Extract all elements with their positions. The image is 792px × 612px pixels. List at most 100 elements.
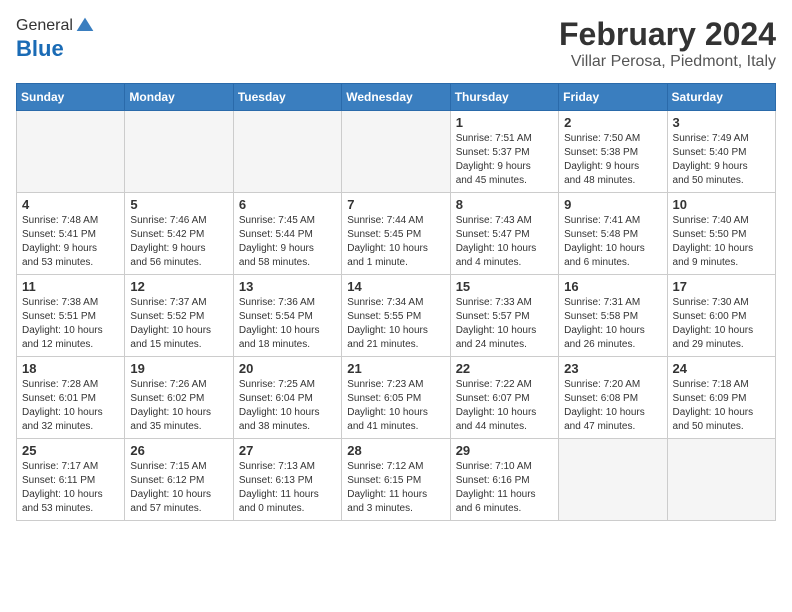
day-number: 2 bbox=[564, 115, 661, 130]
day-number: 9 bbox=[564, 197, 661, 212]
day-number: 6 bbox=[239, 197, 336, 212]
day-info: Sunrise: 7:10 AM Sunset: 6:16 PM Dayligh… bbox=[456, 460, 553, 516]
day-number: 29 bbox=[456, 443, 553, 458]
day-number: 20 bbox=[239, 361, 336, 376]
day-info: Sunrise: 7:44 AM Sunset: 5:45 PM Dayligh… bbox=[347, 214, 444, 270]
day-number: 23 bbox=[564, 361, 661, 376]
day-number: 1 bbox=[456, 115, 553, 130]
calendar-cell bbox=[559, 439, 667, 521]
calendar-body: 1 Sunrise: 7:51 AM Sunset: 5:37 PM Daylig… bbox=[17, 111, 776, 521]
calendar-cell: 1 Sunrise: 7:51 AM Sunset: 5:37 PM Daylig… bbox=[450, 111, 558, 193]
calendar-week-row: 1 Sunrise: 7:51 AM Sunset: 5:37 PM Daylig… bbox=[17, 111, 776, 193]
column-header-saturday: Saturday bbox=[667, 84, 775, 111]
day-info: Sunrise: 7:12 AM Sunset: 6:15 PM Dayligh… bbox=[347, 460, 444, 516]
day-number: 15 bbox=[456, 279, 553, 294]
calendar-cell: 4Sunrise: 7:48 AM Sunset: 5:41 PM Daylig… bbox=[17, 193, 125, 275]
logo-general-text: General bbox=[16, 17, 73, 35]
day-info: Sunrise: 7:34 AM Sunset: 5:55 PM Dayligh… bbox=[347, 296, 444, 352]
day-number: 13 bbox=[239, 279, 336, 294]
calendar-cell: 12 Sunrise: 7:37 AM Sunset: 5:52 PM Dayli… bbox=[125, 275, 233, 357]
calendar-cell: 21 Sunrise: 7:23 AM Sunset: 6:05 PM Dayli… bbox=[342, 357, 450, 439]
calendar-cell: 2 Sunrise: 7:50 AM Sunset: 5:38 PM Daylig… bbox=[559, 111, 667, 193]
calendar-cell: 22Sunrise: 7:22 AM Sunset: 6:07 PM Dayli… bbox=[450, 357, 558, 439]
calendar-cell: 25Sunrise: 7:17 AM Sunset: 6:11 PM Dayli… bbox=[17, 439, 125, 521]
day-info: Sunrise: 7:26 AM Sunset: 6:02 PM Dayligh… bbox=[130, 378, 227, 434]
calendar-cell: 9Sunrise: 7:41 AM Sunset: 5:48 PM Daylig… bbox=[559, 193, 667, 275]
calendar-week-row: 4Sunrise: 7:48 AM Sunset: 5:41 PM Daylig… bbox=[17, 193, 776, 275]
day-info: Sunrise: 7:22 AM Sunset: 6:07 PM Dayligh… bbox=[456, 378, 553, 434]
column-header-sunday: Sunday bbox=[17, 84, 125, 111]
calendar-cell bbox=[667, 439, 775, 521]
day-info: Sunrise: 7:45 AM Sunset: 5:44 PM Dayligh… bbox=[239, 214, 336, 270]
day-info: Sunrise: 7:17 AM Sunset: 6:11 PM Dayligh… bbox=[22, 460, 119, 516]
day-info: Sunrise: 7:28 AM Sunset: 6:01 PM Dayligh… bbox=[22, 378, 119, 434]
calendar-cell: 19 Sunrise: 7:26 AM Sunset: 6:02 PM Dayli… bbox=[125, 357, 233, 439]
calendar-cell: 29 Sunrise: 7:10 AM Sunset: 6:16 PM Dayli… bbox=[450, 439, 558, 521]
title-section: February 2024 Villar Perosa, Piedmont, I… bbox=[559, 16, 776, 71]
calendar-cell: 15 Sunrise: 7:33 AM Sunset: 5:57 PM Dayli… bbox=[450, 275, 558, 357]
day-info: Sunrise: 7:49 AM Sunset: 5:40 PM Dayligh… bbox=[673, 132, 770, 188]
day-number: 14 bbox=[347, 279, 444, 294]
calendar-title: February 2024 bbox=[559, 16, 776, 53]
day-number: 3 bbox=[673, 115, 770, 130]
calendar-cell bbox=[233, 111, 341, 193]
day-info: Sunrise: 7:33 AM Sunset: 5:57 PM Dayligh… bbox=[456, 296, 553, 352]
calendar-subtitle: Villar Perosa, Piedmont, Italy bbox=[559, 53, 776, 71]
day-number: 18 bbox=[22, 361, 119, 376]
calendar-cell: 26 Sunrise: 7:15 AM Sunset: 6:12 PM Dayli… bbox=[125, 439, 233, 521]
calendar-week-row: 18 Sunrise: 7:28 AM Sunset: 6:01 PM Dayli… bbox=[17, 357, 776, 439]
day-number: 24 bbox=[673, 361, 770, 376]
day-number: 17 bbox=[673, 279, 770, 294]
calendar-cell: 6 Sunrise: 7:45 AM Sunset: 5:44 PM Daylig… bbox=[233, 193, 341, 275]
calendar-cell: 13 Sunrise: 7:36 AM Sunset: 5:54 PM Dayli… bbox=[233, 275, 341, 357]
day-number: 8 bbox=[456, 197, 553, 212]
calendar-cell: 17Sunrise: 7:30 AM Sunset: 6:00 PM Dayli… bbox=[667, 275, 775, 357]
day-number: 26 bbox=[130, 443, 227, 458]
day-number: 12 bbox=[130, 279, 227, 294]
day-number: 27 bbox=[239, 443, 336, 458]
calendar-cell: 10 Sunrise: 7:40 AM Sunset: 5:50 PM Dayli… bbox=[667, 193, 775, 275]
day-info: Sunrise: 7:15 AM Sunset: 6:12 PM Dayligh… bbox=[130, 460, 227, 516]
calendar-cell: 28 Sunrise: 7:12 AM Sunset: 6:15 PM Dayli… bbox=[342, 439, 450, 521]
day-number: 4 bbox=[22, 197, 119, 212]
calendar-header-row: SundayMondayTuesdayWednesdayThursdayFrid… bbox=[17, 84, 776, 111]
column-header-friday: Friday bbox=[559, 84, 667, 111]
calendar-cell: 14 Sunrise: 7:34 AM Sunset: 5:55 PM Dayli… bbox=[342, 275, 450, 357]
day-info: Sunrise: 7:36 AM Sunset: 5:54 PM Dayligh… bbox=[239, 296, 336, 352]
day-number: 10 bbox=[673, 197, 770, 212]
day-info: Sunrise: 7:18 AM Sunset: 6:09 PM Dayligh… bbox=[673, 378, 770, 434]
day-info: Sunrise: 7:13 AM Sunset: 6:13 PM Dayligh… bbox=[239, 460, 336, 516]
day-number: 11 bbox=[22, 279, 119, 294]
day-info: Sunrise: 7:31 AM Sunset: 5:58 PM Dayligh… bbox=[564, 296, 661, 352]
calendar-cell: 23 Sunrise: 7:20 AM Sunset: 6:08 PM Dayli… bbox=[559, 357, 667, 439]
day-info: Sunrise: 7:25 AM Sunset: 6:04 PM Dayligh… bbox=[239, 378, 336, 434]
day-info: Sunrise: 7:23 AM Sunset: 6:05 PM Dayligh… bbox=[347, 378, 444, 434]
day-info: Sunrise: 7:50 AM Sunset: 5:38 PM Dayligh… bbox=[564, 132, 661, 188]
logo-blue-text: Blue bbox=[16, 36, 95, 62]
calendar-cell: 16 Sunrise: 7:31 AM Sunset: 5:58 PM Dayli… bbox=[559, 275, 667, 357]
calendar-cell: 27 Sunrise: 7:13 AM Sunset: 6:13 PM Dayli… bbox=[233, 439, 341, 521]
logo-icon bbox=[75, 16, 95, 36]
day-info: Sunrise: 7:40 AM Sunset: 5:50 PM Dayligh… bbox=[673, 214, 770, 270]
calendar-cell: 3 Sunrise: 7:49 AM Sunset: 5:40 PM Daylig… bbox=[667, 111, 775, 193]
day-info: Sunrise: 7:46 AM Sunset: 5:42 PM Dayligh… bbox=[130, 214, 227, 270]
calendar-week-row: 25Sunrise: 7:17 AM Sunset: 6:11 PM Dayli… bbox=[17, 439, 776, 521]
day-info: Sunrise: 7:43 AM Sunset: 5:47 PM Dayligh… bbox=[456, 214, 553, 270]
calendar-cell: 8 Sunrise: 7:43 AM Sunset: 5:47 PM Daylig… bbox=[450, 193, 558, 275]
day-number: 7 bbox=[347, 197, 444, 212]
day-number: 16 bbox=[564, 279, 661, 294]
day-number: 21 bbox=[347, 361, 444, 376]
day-number: 19 bbox=[130, 361, 227, 376]
calendar-week-row: 11Sunrise: 7:38 AM Sunset: 5:51 PM Dayli… bbox=[17, 275, 776, 357]
day-number: 28 bbox=[347, 443, 444, 458]
calendar-cell: 7 Sunrise: 7:44 AM Sunset: 5:45 PM Daylig… bbox=[342, 193, 450, 275]
calendar-cell bbox=[17, 111, 125, 193]
calendar-cell: 20 Sunrise: 7:25 AM Sunset: 6:04 PM Dayli… bbox=[233, 357, 341, 439]
calendar-cell bbox=[125, 111, 233, 193]
calendar-table: SundayMondayTuesdayWednesdayThursdayFrid… bbox=[16, 83, 776, 521]
column-header-wednesday: Wednesday bbox=[342, 84, 450, 111]
day-info: Sunrise: 7:20 AM Sunset: 6:08 PM Dayligh… bbox=[564, 378, 661, 434]
calendar-cell: 18 Sunrise: 7:28 AM Sunset: 6:01 PM Dayli… bbox=[17, 357, 125, 439]
day-info: Sunrise: 7:37 AM Sunset: 5:52 PM Dayligh… bbox=[130, 296, 227, 352]
day-info: Sunrise: 7:51 AM Sunset: 5:37 PM Dayligh… bbox=[456, 132, 553, 188]
